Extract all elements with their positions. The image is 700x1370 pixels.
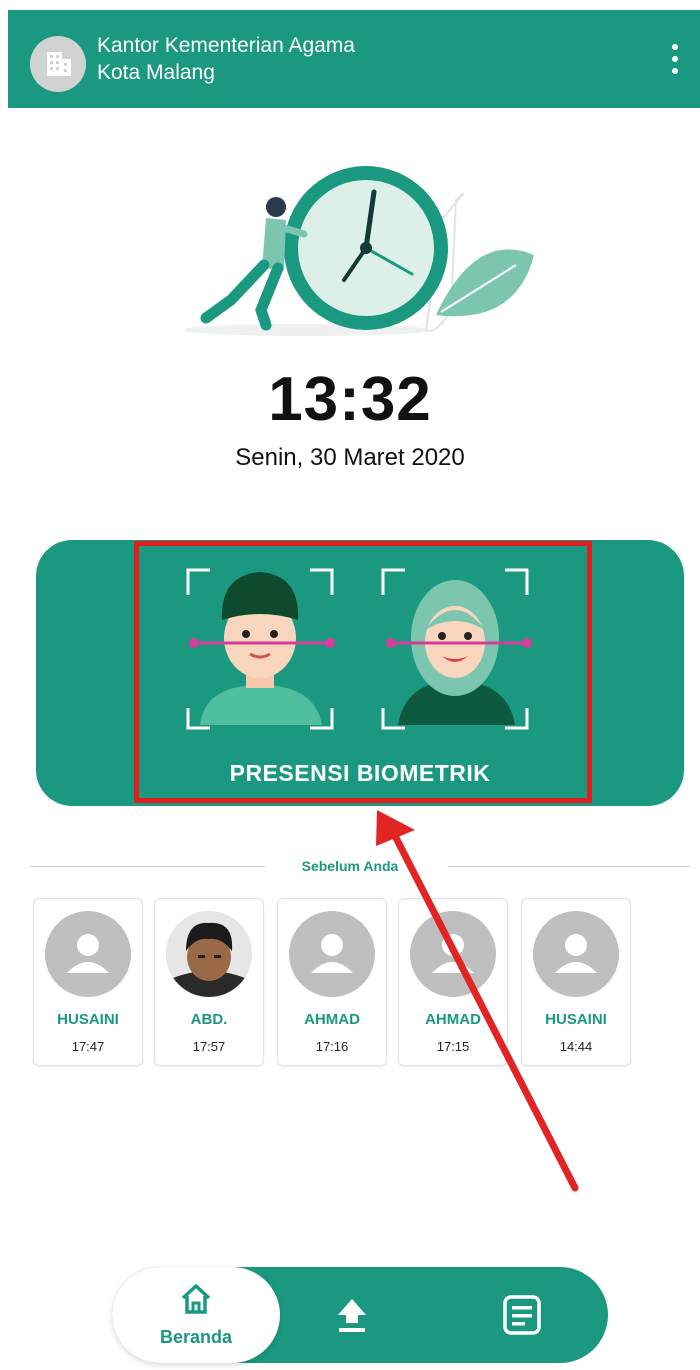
recent-attendance-list: HUSAINI 17:47 ABD. 17:57 AHMAD 17:16 AHM…	[33, 898, 700, 1068]
recent-name: ABD.	[190, 1011, 228, 1028]
user-icon	[410, 911, 496, 997]
current-time: 13:32	[268, 365, 432, 434]
recent-name: HUSAINI	[545, 1011, 607, 1028]
recent-time: 17:47	[71, 1039, 105, 1054]
app-title-line1: Kantor Kementerian Agama	[97, 34, 355, 57]
user-icon	[45, 911, 131, 997]
recent-card[interactable]: HUSAINI 14:44	[521, 898, 631, 1066]
highlight-box	[134, 541, 592, 803]
recent-time: 17:16	[315, 1039, 349, 1054]
nav-home-label: Beranda	[159, 1327, 233, 1347]
more-vertical-icon[interactable]	[668, 38, 682, 88]
recent-card[interactable]: HUSAINI 17:47	[33, 898, 143, 1066]
recent-time: 14:44	[559, 1039, 593, 1054]
home-icon	[181, 1284, 211, 1314]
document-list-icon[interactable]	[500, 1293, 544, 1337]
user-icon	[533, 911, 619, 997]
user-photo	[166, 911, 252, 997]
recent-card[interactable]: AHMAD 17:15	[398, 898, 508, 1066]
current-date: Senin, 30 Maret 2020	[235, 444, 465, 471]
clock-illustration	[186, 166, 534, 336]
nav-home[interactable]: Beranda	[112, 1267, 280, 1363]
recent-time: 17:57	[192, 1039, 226, 1054]
recent-name: HUSAINI	[57, 1011, 119, 1028]
recent-header: Sebelum Anda	[301, 858, 399, 874]
recent-name: AHMAD	[304, 1011, 360, 1028]
building-icon	[30, 36, 86, 92]
recent-card[interactable]: AHMAD 17:16	[277, 898, 387, 1066]
recent-time: 17:15	[436, 1039, 470, 1054]
user-icon	[289, 911, 375, 997]
bottom-navigation: Beranda	[112, 1267, 608, 1363]
app-title: Kantor Kementerian Agama Kota Malang	[97, 32, 355, 86]
app-bar: Kantor Kementerian Agama Kota Malang	[8, 10, 700, 108]
app-title-line2: Kota Malang	[97, 61, 215, 84]
recent-card[interactable]: ABD. 17:57	[154, 898, 264, 1066]
status-strip	[0, 0, 700, 10]
recent-name: AHMAD	[425, 1011, 481, 1028]
upload-icon[interactable]	[330, 1293, 374, 1337]
